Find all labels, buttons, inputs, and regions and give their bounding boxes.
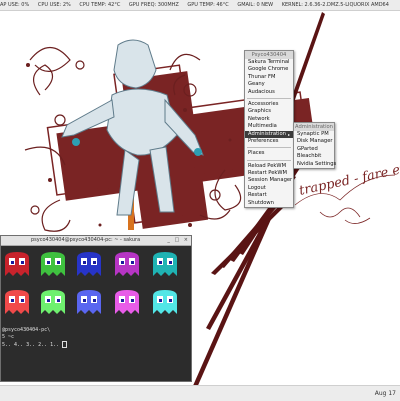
close-icon[interactable]: × [184,237,188,243]
menu-item-multimedia[interactable]: Multimedia [245,123,293,130]
submenu-arrow-icon: ▸ [287,131,290,137]
root-menu: Psyco430404 Sakura Terminal Google Chrom… [244,50,294,209]
menu-separator [247,97,291,99]
kernel-version: KERNEL: 2.6.36-2.DMZ.5-LIQUORIX AMD64 [281,2,389,8]
menu-separator [247,147,291,149]
menu-item-administration-label: Administration [248,130,286,137]
terminal-window[interactable]: psyco430404@psyco430404-pc: ~ - sakura _… [0,235,192,382]
ghost-cyan [153,290,177,314]
cyan-glow-right [194,148,202,156]
administration-submenu: Administration Synaptic PM Disk Manager … [293,122,336,169]
menu-item-sakura-terminal[interactable]: Sakura Terminal [245,59,293,66]
ghost-pink [115,290,139,314]
menu-item-bleachbit[interactable]: Bleachbit [294,153,334,160]
pacman-ghosts-art [5,252,177,314]
ram-usage: AP USE: 0% [0,2,30,8]
menu-item-gparted[interactable]: GParted [294,146,334,153]
maximize-icon[interactable]: □ [174,237,179,243]
ghost-blue [77,252,101,276]
terminal-output-line: 5.. 4.. 3.. 2.. 1.. [2,341,68,348]
terminal-command-line: 5 ~c [2,334,15,340]
menu-item-restart-pekwm[interactable]: Restart PekWM [245,170,293,177]
cpu-usage: CPU USE: 2% [37,2,71,8]
menu-item-places[interactable]: Places [245,150,293,157]
menu-item-disk-manager[interactable]: Disk Manager [294,138,334,145]
menu-item-graphics[interactable]: Graphics [245,108,293,115]
menu-item-network[interactable]: Network [245,116,293,123]
ghost-red [5,252,29,276]
countdown-text: 5.. 4.. 3.. 2.. 1.. [2,342,60,348]
terminal-titlebar[interactable]: psyco430404@psyco430404-pc: ~ - sakura _… [1,236,191,246]
terminal-title: psyco430404@psyco430404-pc: ~ - sakura [31,237,141,243]
terminal-cursor [62,341,68,348]
root-menu-title: Psyco430404 [245,51,293,59]
administration-submenu-title: Administration [294,123,334,131]
menu-item-restart[interactable]: Restart [245,192,293,199]
menu-item-thunar-fm[interactable]: Thunar FM [245,74,293,81]
menu-item-nvidia-settings[interactable]: Nvidia Settings [294,161,336,168]
menu-item-reload-pekwm[interactable]: Reload PekWM [245,163,293,170]
menu-item-logout[interactable]: Logout [245,185,293,192]
menu-item-preferences[interactable]: Preferences [245,138,293,145]
gpu-temp: GPU TEMP: 46°C [187,2,229,8]
script-swirls [319,207,371,224]
system-status-bar: AP USE: 0% CPU USE: 2% CPU TEMP: 42°C GP… [0,0,400,11]
ghost-green [41,252,65,276]
cyan-glow-left [72,138,80,146]
menu-item-accessories[interactable]: Accessories [245,101,293,108]
window-controls: _ □ × [164,236,188,245]
menu-item-google-chrome[interactable]: Google Chrome [245,66,293,73]
ghost-light-green [41,290,65,314]
menu-item-geany[interactable]: Geany [245,81,293,88]
ghost-purple [115,252,139,276]
menu-item-audacious[interactable]: Audacious [245,89,293,96]
gmail-count: GMAIL: 0 NEW [237,2,274,8]
ghost-light-blue [77,290,101,314]
clock[interactable]: Aug 17 [375,386,396,401]
bottom-taskbar: Aug 17 [0,385,400,401]
menu-item-synaptic-pm[interactable]: Synaptic PM [294,131,334,138]
cpu-temp: CPU TEMP: 42°C [79,2,121,8]
menu-item-shutdown[interactable]: Shutdown [245,200,293,207]
ghost-teal [153,252,177,276]
menu-separator [247,159,291,161]
minimize-icon[interactable]: _ [167,237,170,243]
gpu-frequency: GPU FREQ: 300MHZ [128,2,179,8]
menu-item-administration[interactable]: Administration ▸ [245,130,293,138]
ghost-light-red [5,290,29,314]
terminal-prompt-line: @psyco430404-pc\ [2,327,51,333]
menu-item-session-manager[interactable]: Session Manager [245,177,293,184]
